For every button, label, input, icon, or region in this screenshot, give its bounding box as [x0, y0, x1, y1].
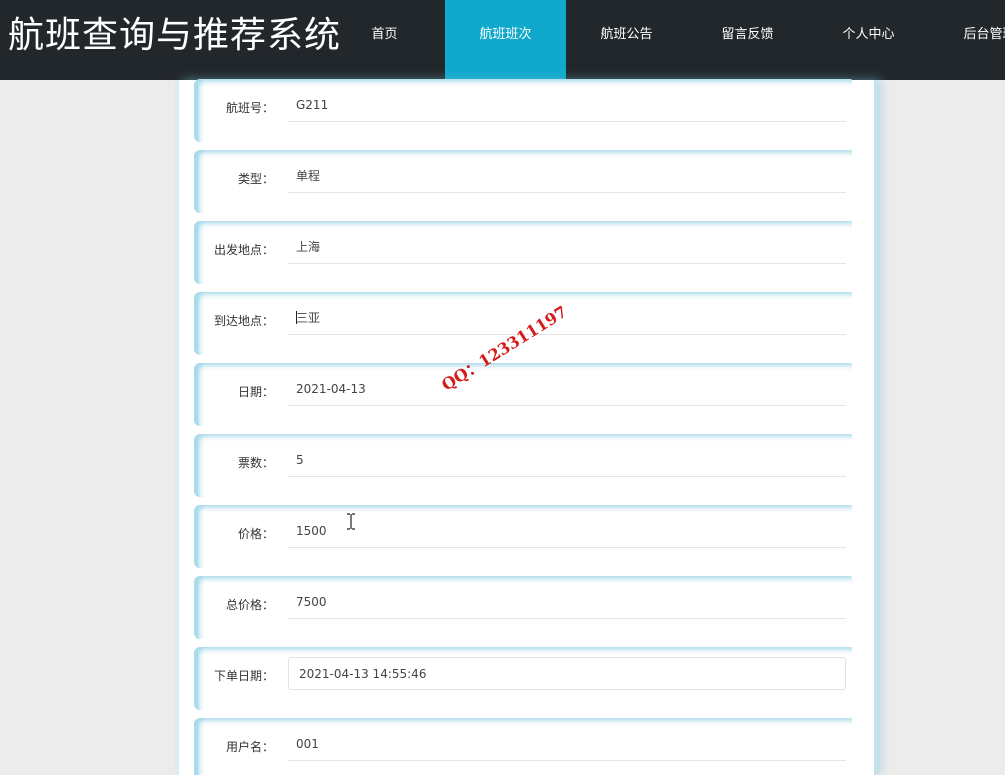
form-row-flight-number: 航班号： G211	[194, 79, 852, 142]
price-field[interactable]: 1500	[288, 515, 846, 548]
nav-item-profile[interactable]: 个人中心	[808, 0, 929, 80]
order-form-panel: 航班号： G211 类型： 单程 出发地点： 上海 到达地点： 三亚 日期： 2…	[177, 79, 874, 775]
form-row-order-date: 下单日期： 2021-04-13 14:55:46	[194, 647, 852, 710]
field-label: 到达地点：	[213, 314, 274, 328]
form-row-type: 类型： 单程	[194, 150, 852, 213]
nav-item-announcements[interactable]: 航班公告	[566, 0, 687, 80]
field-label: 总价格：	[225, 598, 274, 612]
field-label: 出发地点：	[213, 243, 274, 257]
type-field[interactable]: 单程	[288, 160, 846, 193]
top-navbar: 航班查询与推荐系统 首页 航班班次 航班公告 留言反馈 个人中心 后台管理	[0, 0, 1005, 80]
form-row-username: 用户名： 001	[194, 718, 852, 775]
field-label: 下单日期：	[213, 669, 274, 683]
form-row-total-price: 总价格： 7500	[194, 576, 852, 639]
nav-item-admin[interactable]: 后台管理	[929, 0, 1005, 80]
main-nav: 首页 航班班次 航班公告 留言反馈 个人中心 后台管理	[324, 0, 1005, 80]
field-label: 票数：	[237, 456, 274, 470]
field-label: 日期：	[237, 385, 274, 399]
departure-field[interactable]: 上海	[288, 231, 846, 264]
form-row-price: 价格： 1500	[194, 505, 852, 568]
total-price-field[interactable]: 7500	[288, 586, 846, 619]
nav-item-flights[interactable]: 航班班次	[445, 0, 566, 80]
field-label: 航班号：	[225, 101, 274, 115]
arrival-value: 三亚	[296, 311, 321, 325]
nav-item-home[interactable]: 首页	[324, 0, 445, 80]
form-row-departure: 出发地点： 上海	[194, 221, 852, 284]
flight-number-field[interactable]: G211	[288, 89, 846, 122]
form-row-ticket-count: 票数： 5	[194, 434, 852, 497]
form-row-date: 日期： 2021-04-13	[194, 363, 852, 426]
order-date-field[interactable]: 2021-04-13 14:55:46	[288, 657, 846, 690]
nav-item-feedback[interactable]: 留言反馈	[687, 0, 808, 80]
username-field[interactable]: 001	[288, 728, 846, 761]
date-field[interactable]: 2021-04-13	[288, 373, 846, 406]
field-label: 价格：	[237, 527, 274, 541]
site-title: 航班查询与推荐系统	[8, 15, 342, 56]
field-label: 类型：	[237, 172, 274, 186]
field-label: 用户名：	[225, 740, 274, 754]
ticket-count-field[interactable]: 5	[288, 444, 846, 477]
text-cursor-icon	[347, 513, 355, 530]
